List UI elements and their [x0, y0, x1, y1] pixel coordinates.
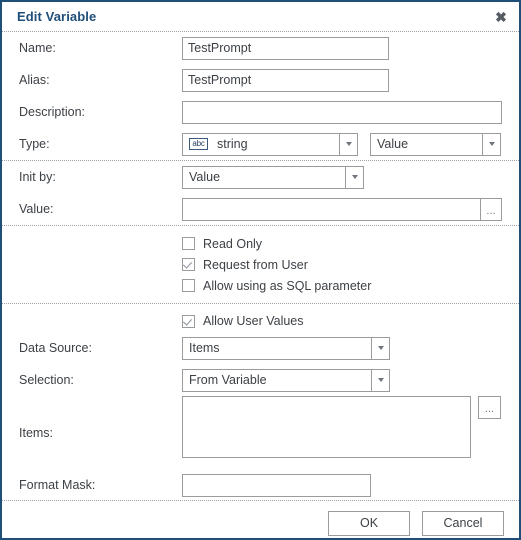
alias-label: Alias:: [19, 73, 50, 87]
checkbox-allow-sql-parameter-label: Allow using as SQL parameter: [203, 278, 372, 293]
section-identity: Name: Alias: Description: Type:: [2, 32, 519, 160]
type-select[interactable]: abc string: [182, 132, 358, 156]
checkbox-allow-user-values-box[interactable]: [182, 314, 195, 328]
description-input[interactable]: [182, 100, 502, 124]
checkbox-request-from-user[interactable]: Request from User: [2, 254, 519, 275]
section-initialization: Init by: Value Value: ...: [2, 161, 519, 225]
data-source-value: Items: [189, 341, 220, 355]
value-input[interactable]: [182, 197, 480, 221]
dialog-title: Edit Variable: [17, 9, 97, 24]
description-label: Description:: [19, 105, 85, 119]
checkbox-read-only-label: Read Only: [203, 236, 263, 251]
value-label: Value:: [19, 202, 54, 216]
selection-value: From Variable: [189, 373, 267, 387]
checkbox-request-from-user-label: Request from User: [203, 257, 308, 272]
row-selection: Selection: From Variable: [2, 364, 519, 396]
cancel-button[interactable]: Cancel: [422, 510, 504, 536]
chevron-down-icon[interactable]: [339, 133, 357, 155]
items-label: Items:: [19, 426, 54, 440]
type-label: Type:: [19, 137, 50, 151]
checkbox-allow-sql-parameter[interactable]: Allow using as SQL parameter: [2, 275, 519, 296]
value-browse-button[interactable]: ...: [480, 197, 502, 221]
edit-variable-dialog: Edit Variable ✖ Name: Alias: Description…: [0, 0, 521, 540]
dialog-titlebar: Edit Variable ✖: [2, 2, 519, 31]
abc-icon: abc: [189, 138, 208, 150]
name-label: Name:: [19, 41, 56, 55]
row-name: Name:: [2, 32, 519, 64]
data-source-label: Data Source:: [19, 341, 92, 355]
init-by-label: Init by:: [19, 170, 56, 184]
row-alias: Alias:: [2, 64, 519, 96]
type-kind-value: Value: [377, 137, 409, 151]
row-value: Value: ...: [2, 193, 519, 225]
init-by-select[interactable]: Value: [182, 165, 364, 189]
section-data-source: Allow User Values Data Source: Items Sel…: [2, 304, 519, 500]
value-input-group: ...: [182, 197, 502, 221]
checkbox-read-only[interactable]: Read Only: [2, 233, 519, 254]
dialog-footer: OK Cancel: [2, 501, 519, 538]
init-by-value: Value: [189, 170, 221, 184]
checkbox-allow-user-values[interactable]: Allow User Values: [2, 310, 519, 332]
format-mask-input[interactable]: [182, 473, 371, 497]
chevron-down-icon[interactable]: [371, 369, 389, 391]
chevron-down-icon[interactable]: [482, 133, 500, 155]
data-source-select[interactable]: Items: [182, 336, 390, 360]
name-input[interactable]: [182, 36, 389, 60]
selection-select[interactable]: From Variable: [182, 368, 390, 392]
abc-icon-text: abc: [192, 138, 205, 148]
chevron-down-icon[interactable]: [345, 166, 363, 188]
checkbox-read-only-box[interactable]: [182, 237, 195, 250]
close-icon[interactable]: ✖: [491, 7, 511, 27]
row-items: Items: ...: [2, 396, 519, 470]
row-format-mask: Format Mask:: [2, 470, 519, 500]
type-select-value: string: [217, 137, 248, 151]
alias-input[interactable]: [182, 68, 389, 92]
row-init-by: Init by: Value: [2, 161, 519, 193]
chevron-down-icon[interactable]: [371, 337, 389, 359]
section-options: Read Only Request from User Allow using …: [2, 226, 519, 303]
type-kind-select[interactable]: Value: [370, 132, 501, 156]
items-browse-button[interactable]: ...: [478, 396, 501, 419]
row-data-source: Data Source: Items: [2, 332, 519, 364]
selection-label: Selection:: [19, 373, 74, 387]
checkbox-allow-sql-parameter-box[interactable]: [182, 279, 195, 292]
items-textarea[interactable]: [182, 396, 471, 458]
ok-button[interactable]: OK: [328, 510, 410, 536]
format-mask-label: Format Mask:: [19, 478, 96, 492]
row-description: Description:: [2, 96, 519, 128]
row-type: Type: abc string Value: [2, 128, 519, 160]
checkbox-request-from-user-box[interactable]: [182, 258, 195, 271]
checkbox-allow-user-values-label: Allow User Values: [203, 314, 304, 328]
